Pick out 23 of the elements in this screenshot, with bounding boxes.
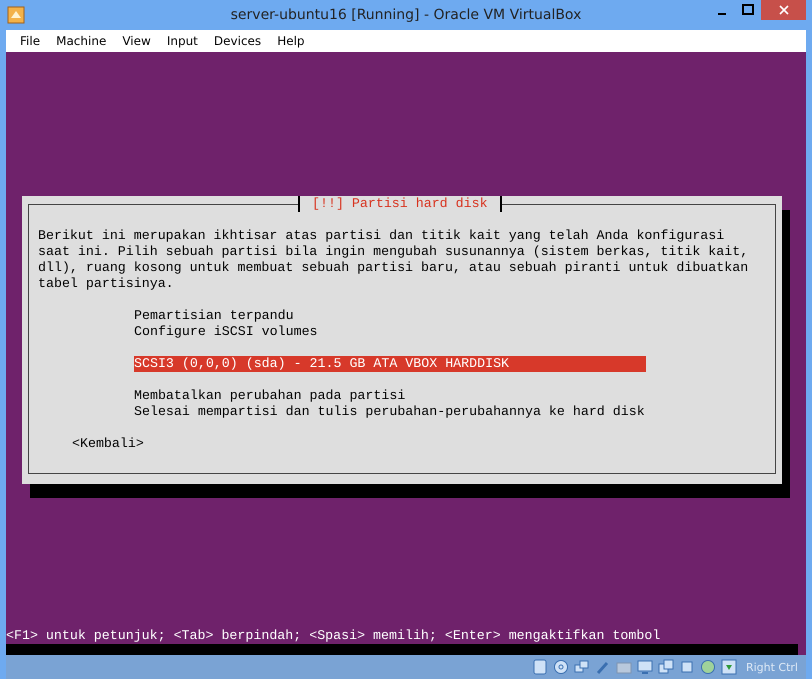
close-button[interactable] bbox=[761, 0, 806, 20]
dialog-title: [!!] Partisi hard disk bbox=[298, 196, 502, 212]
menu-item[interactable]: Devices bbox=[206, 34, 270, 48]
display-icon[interactable] bbox=[636, 659, 653, 675]
disc-icon[interactable] bbox=[552, 659, 569, 675]
network-icon[interactable] bbox=[574, 659, 590, 675]
window-title: server-ubuntu16 [Running] - Oracle VM VirtualBox bbox=[230, 7, 582, 23]
partition-option[interactable]: Selesai mempartisi dan tulis perubahan-perubahannya ke hard disk bbox=[134, 404, 646, 420]
menu-item[interactable]: View bbox=[114, 34, 159, 48]
dialog-description: Berikut ini merupakan ikhtisar atas partisi dan titik kait yang telah Anda konfigurasi saat ini. Pilih sebuah partisi bila ingin mengubah susunannya (sistem berkas, titik kait, dll), ruang kosong untuk membuat sebuah partisi baru, atau sebuah piranti untuk dibuatkan tabel partisinya. bbox=[38, 228, 750, 292]
partition-option[interactable]: Pemartisian terpandu bbox=[134, 308, 646, 324]
windows-icon[interactable] bbox=[658, 659, 674, 675]
menu-item[interactable]: Help bbox=[269, 34, 313, 48]
back-button[interactable]: <Kembali> bbox=[72, 436, 144, 452]
partition-option[interactable]: SCSI3 (0,0,0) (sda) - 21.5 GB ATA VBOX HARDDISK bbox=[134, 356, 646, 372]
host-key-label: Right Ctrl bbox=[746, 660, 798, 674]
menu-item[interactable]: File bbox=[12, 34, 48, 48]
partition-option[interactable]: Membatalkan perubahan pada partisi bbox=[134, 388, 646, 404]
menu-item[interactable]: Input bbox=[158, 34, 206, 48]
menu-item[interactable]: Machine bbox=[48, 34, 114, 48]
partition-option[interactable]: Configure iSCSI volumes bbox=[134, 324, 646, 340]
help-line: <F1> untuk petunjuk; <Tab> berpindah; <Spasi> memilih; <Enter> mengaktifkan tombol bbox=[6, 628, 662, 644]
close-icon bbox=[778, 5, 788, 15]
